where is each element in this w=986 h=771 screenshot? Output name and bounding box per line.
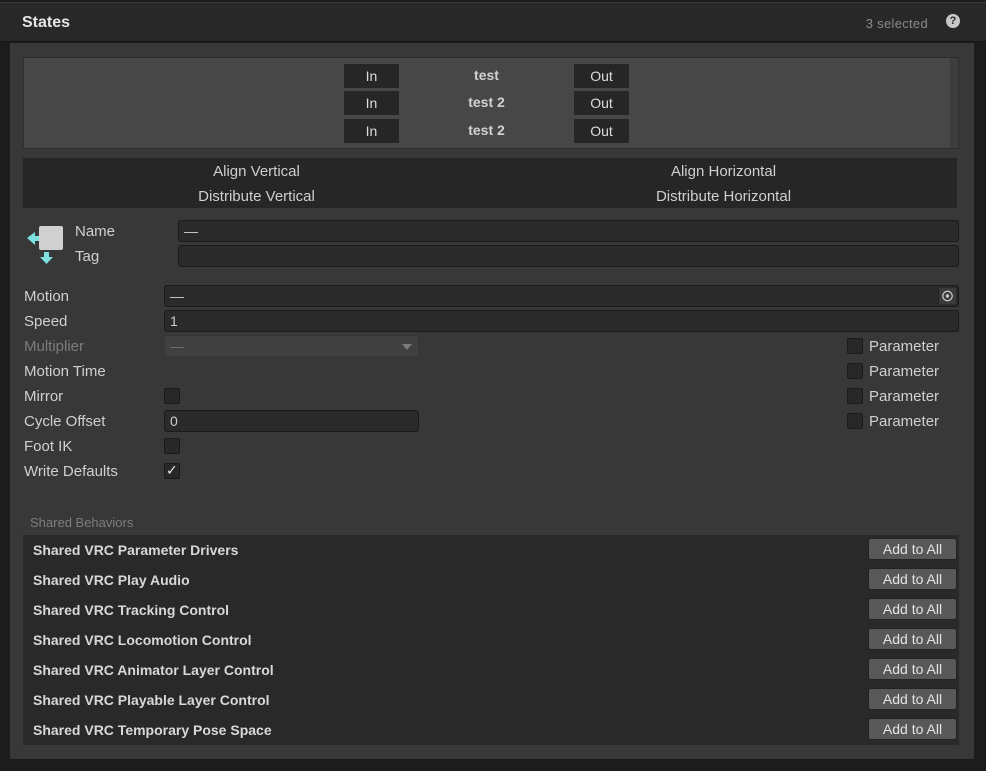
align-toolbar: Align Vertical Align Horizontal Distribu…: [23, 158, 957, 208]
mirror-checkbox[interactable]: [164, 388, 180, 404]
states-panel: In test Out In test 2 Out In test 2 Out …: [10, 43, 974, 759]
motion-time-label: Motion Time: [24, 363, 106, 380]
motion-value: —: [170, 288, 184, 304]
add-to-all-button[interactable]: Add to All: [868, 628, 957, 650]
parameter-label: Parameter: [869, 388, 940, 405]
parameter-label: Parameter: [869, 338, 940, 355]
name-label: Name: [75, 223, 116, 240]
help-icon[interactable]: ?: [946, 14, 960, 28]
tag-field[interactable]: [178, 245, 959, 267]
multiplier-value: —: [170, 338, 184, 354]
behavior-name: Shared VRC Tracking Control: [33, 602, 230, 618]
add-to-all-button[interactable]: Add to All: [868, 688, 957, 710]
add-to-all-button[interactable]: Add to All: [868, 538, 957, 560]
write-defaults-checkbox[interactable]: ✓: [164, 462, 180, 479]
add-to-all-button[interactable]: Add to All: [868, 718, 957, 740]
distribute-vertical-button[interactable]: Distribute Vertical: [23, 184, 490, 209]
state-name: test: [474, 67, 499, 83]
shared-behaviors-heading: Shared Behaviors: [30, 515, 134, 530]
behavior-name: Shared VRC Parameter Drivers: [33, 542, 239, 558]
in-button[interactable]: In: [344, 64, 399, 88]
motion-field[interactable]: —: [164, 285, 959, 307]
mirror-parameter-checkbox[interactable]: [847, 388, 863, 404]
header-title: States: [22, 14, 71, 31]
states-window: States 3 selected ? In test Out In test …: [0, 0, 986, 771]
align-horizontal-button[interactable]: Align Horizontal: [490, 159, 957, 184]
out-button[interactable]: Out: [574, 64, 629, 88]
cycle-offset-parameter-checkbox[interactable]: [847, 413, 863, 429]
chevron-down-icon: [402, 344, 412, 350]
name-field[interactable]: —: [178, 220, 959, 242]
out-button[interactable]: Out: [574, 91, 629, 115]
speed-label: Speed: [24, 313, 68, 330]
inspector-header: States 3 selected ?: [0, 2, 986, 42]
list-item: Shared VRC Temporary Pose Space Add to A…: [23, 715, 959, 745]
behavior-name: Shared VRC Playable Layer Control: [33, 692, 270, 708]
state-transition-icon: [27, 226, 63, 264]
out-button[interactable]: Out: [574, 119, 629, 143]
multiplier-label: Multiplier: [24, 338, 85, 355]
motion-time-parameter-checkbox[interactable]: [847, 363, 863, 379]
behavior-name: Shared VRC Temporary Pose Space: [33, 722, 272, 738]
add-to-all-button[interactable]: Add to All: [868, 658, 957, 680]
write-defaults-label: Write Defaults: [24, 463, 118, 480]
list-item: Shared VRC Animator Layer Control Add to…: [23, 655, 959, 685]
state-name: test 2: [468, 122, 505, 138]
add-to-all-button[interactable]: Add to All: [868, 568, 957, 590]
multiplier-parameter-checkbox[interactable]: [847, 338, 863, 354]
cycle-offset-field[interactable]: 0: [164, 410, 419, 432]
align-vertical-button[interactable]: Align Vertical: [23, 159, 490, 184]
list-item: Shared VRC Play Audio Add to All: [23, 565, 959, 595]
selection-count: 3 selected: [865, 16, 928, 31]
behavior-name: Shared VRC Play Audio: [33, 572, 190, 588]
distribute-horizontal-button[interactable]: Distribute Horizontal: [490, 184, 957, 209]
shared-behaviors-list: Shared VRC Parameter Drivers Add to All …: [23, 535, 959, 745]
foot-ik-checkbox[interactable]: [164, 438, 180, 454]
behavior-name: Shared VRC Locomotion Control: [33, 632, 252, 648]
transition-list: In test Out In test 2 Out In test 2 Out: [23, 57, 959, 149]
tag-label: Tag: [75, 248, 100, 265]
list-item: Shared VRC Parameter Drivers Add to All: [23, 535, 959, 565]
object-picker-icon[interactable]: [938, 288, 956, 304]
state-name: test 2: [468, 94, 505, 110]
checkmark-icon: ✓: [166, 462, 178, 478]
multiplier-dropdown: —: [164, 335, 419, 357]
transition-row: In test Out: [24, 64, 958, 88]
transition-scrollbar[interactable]: [950, 58, 958, 148]
transition-row: In test 2 Out: [24, 119, 958, 143]
list-item: Shared VRC Tracking Control Add to All: [23, 595, 959, 625]
cycle-offset-label: Cycle Offset: [24, 413, 106, 430]
parameter-label: Parameter: [869, 363, 940, 380]
mirror-label: Mirror: [24, 388, 64, 405]
in-button[interactable]: In: [344, 119, 399, 143]
foot-ik-label: Foot IK: [24, 438, 73, 455]
list-item: Shared VRC Playable Layer Control Add to…: [23, 685, 959, 715]
behavior-name: Shared VRC Animator Layer Control: [33, 662, 274, 678]
in-button[interactable]: In: [344, 91, 399, 115]
add-to-all-button[interactable]: Add to All: [868, 598, 957, 620]
transition-row: In test 2 Out: [24, 91, 958, 115]
parameter-label: Parameter: [869, 413, 940, 430]
motion-label: Motion: [24, 288, 70, 305]
list-item: Shared VRC Locomotion Control Add to All: [23, 625, 959, 655]
speed-field[interactable]: 1: [164, 310, 959, 332]
